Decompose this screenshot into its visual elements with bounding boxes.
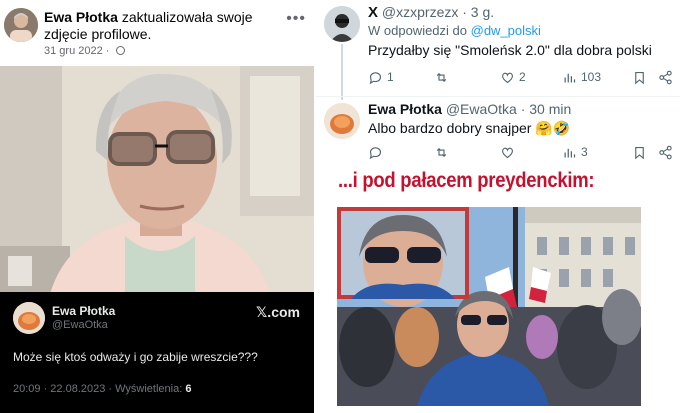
reply-count: 1: [387, 70, 394, 84]
tweet-handle-time[interactable]: @xzxprzezx · 3 g.: [382, 4, 494, 20]
globe-icon: [115, 46, 125, 55]
heart-icon: [502, 72, 513, 83]
author-name[interactable]: Ewa Płotka: [44, 9, 118, 25]
tweet-thread: X @xzxprzezx · 3 g. W odpowiedzi do @dw_…: [316, 0, 680, 163]
tweet-meta: 20:09 · 22.08.2023 · Wyświetlenia: 6: [13, 383, 191, 395]
reply-icon: [369, 146, 381, 159]
avatar[interactable]: [13, 302, 45, 334]
reply-button[interactable]: 1: [368, 68, 394, 86]
views-count: 103: [581, 70, 602, 84]
reply-icon: [369, 71, 381, 84]
post-title: Ewa Płotka zaktualizowała swoje zdjęcie …: [44, 9, 284, 43]
like-count: 2: [519, 70, 526, 84]
views-count: 3: [581, 145, 588, 159]
tweet-actions: 1 2 103: [368, 68, 674, 86]
facebook-post: Ewa Płotka zaktualizowała swoje zdjęcie …: [0, 0, 314, 413]
retweet-icon: [436, 147, 447, 157]
screenshot-collage: Ewa Płotka zaktualizowała swoje zdjęcie …: [0, 0, 680, 413]
tweet-author-handle[interactable]: @EwaOtka: [52, 319, 108, 331]
tweet-text: Przydałby się "Smoleńsk 2.0" dla dobra p…: [368, 42, 652, 58]
date-separator: ·: [105, 45, 110, 57]
share-icon: [659, 145, 672, 159]
reply-context: W odpowiedzi do @dw_polski: [368, 23, 541, 38]
headline: ...i pod pałacem preydenckim:: [338, 169, 595, 192]
retweet-icon: [436, 72, 447, 82]
share-button[interactable]: [658, 68, 673, 86]
tweet-divider: [316, 96, 680, 97]
analytics-icon: [564, 148, 576, 157]
tweet-author-name[interactable]: X: [368, 4, 378, 21]
tweet-header: Ewa Płotka @EwaOtka · 30 min: [368, 101, 571, 117]
embedded-tweet[interactable]: Ewa Płotka @EwaOtka 𝕏.com Może się ktoś …: [0, 292, 314, 413]
thread-connector: [341, 44, 343, 100]
tweet-text: Może się ktoś odważy i go zabije wreszci…: [13, 350, 258, 364]
retweet-button[interactable]: [434, 68, 453, 86]
share-icon: [659, 70, 672, 84]
post-date[interactable]: 31 gru 2022 ·: [44, 45, 125, 57]
tweet-actions: 3: [368, 143, 674, 161]
avatar[interactable]: [4, 8, 38, 42]
post-header: Ewa Płotka zaktualizowała swoje zdjęcie …: [0, 0, 314, 66]
avatar[interactable]: [324, 6, 360, 42]
avatar[interactable]: [324, 103, 360, 139]
bookmark-button[interactable]: [632, 68, 647, 86]
heart-icon: [502, 147, 513, 158]
like-button[interactable]: [500, 143, 519, 161]
date-text: 31 gru 2022: [44, 45, 103, 57]
share-button[interactable]: [658, 143, 673, 161]
retweet-button[interactable]: [434, 143, 453, 161]
bookmark-icon: [635, 71, 644, 84]
caption-section: ...i pod pałacem preydenckim:: [316, 163, 680, 413]
like-button[interactable]: 2: [500, 68, 526, 86]
x-logo-icon[interactable]: 𝕏.com: [256, 304, 300, 321]
views-button[interactable]: 103: [562, 68, 601, 86]
reply-to-link[interactable]: @dw_polski: [471, 23, 541, 38]
bookmark-button[interactable]: [632, 143, 647, 161]
views-button[interactable]: 3: [562, 143, 588, 161]
tweet-author-name[interactable]: Ewa Płotka: [52, 304, 115, 318]
bookmark-icon: [635, 146, 644, 159]
reply-button[interactable]: [368, 143, 387, 161]
analytics-icon: [564, 73, 576, 82]
crowd-photo: [337, 207, 641, 406]
tweet-author-name[interactable]: Ewa Płotka: [368, 101, 442, 117]
reply-prefix: W odpowiedzi do: [368, 23, 471, 38]
tweet-views: 6: [185, 383, 192, 395]
tweet-text: Albo bardzo dobry snajper 🤗🤣: [368, 120, 571, 136]
tweet-handle-time[interactable]: @EwaOtka · 30 min: [446, 101, 571, 117]
more-dots-icon[interactable]: •••: [286, 10, 306, 28]
tweet-timestamp: 20:09 · 22.08.2023 · Wyświetlenia:: [13, 383, 186, 395]
profile-photo[interactable]: [0, 66, 314, 294]
tweet-header: X @xzxprzezx · 3 g.: [368, 4, 494, 21]
